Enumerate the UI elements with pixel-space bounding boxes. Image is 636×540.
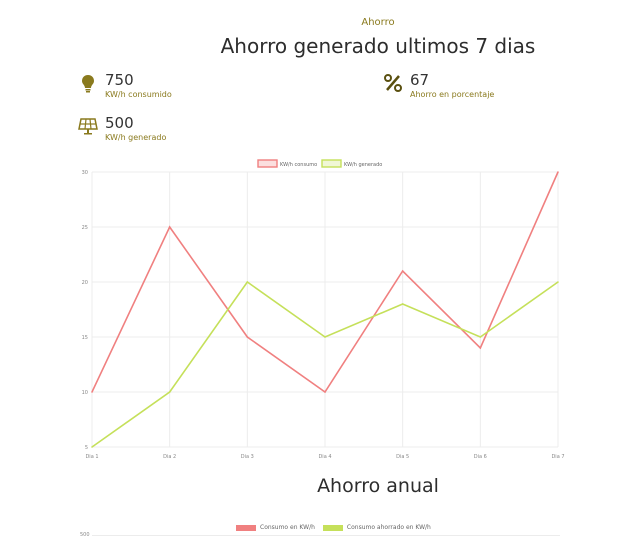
legend-label-consumo: Consumo en KW/h (260, 524, 315, 531)
legend-item-ahorrado[interactable]: Consumo ahorrado en KW/h (322, 524, 431, 531)
legend-label: KW/h generado (344, 162, 382, 168)
x-tick-label: Dia 1 (85, 454, 98, 460)
data-point (324, 391, 326, 393)
data-point (246, 281, 249, 283)
stat-consumed: 750 KW/h consumido (78, 71, 172, 101)
y-tick-label: 15 (82, 335, 88, 341)
stat-generated: 500 KW/h generado (78, 114, 166, 144)
data-point (91, 391, 93, 393)
weekly-chart: 5 10 15 20 25 30 Dia 1 Dia 2 Dia 3 Dia 4 Dia 5 Dia … (0, 155, 636, 465)
data-point (168, 391, 171, 393)
data-point (557, 281, 559, 283)
stat-consumed-label: KW/h consumido (105, 90, 172, 99)
data-point (324, 336, 326, 338)
page-title: Ahorro generado ultimos 7 dias (220, 34, 536, 58)
stat-percent-label: Ahorro en porcentaje (410, 90, 495, 99)
legend-swatch (257, 159, 278, 168)
percent-icon (384, 74, 402, 92)
data-point (168, 226, 171, 228)
legend-label: KW/h consumo (280, 162, 317, 168)
stat-consumed-value: 750 (105, 71, 134, 89)
annual-legend: Consumo en KW/h Consumo ahorrado en KW/h (236, 524, 439, 531)
y-tick-label: 10 (82, 390, 88, 396)
y-tick-label: 20 (82, 280, 88, 286)
legend-item-consumo[interactable]: Consumo en KW/h (236, 524, 315, 531)
data-point (401, 270, 404, 272)
data-point (91, 446, 93, 448)
y-tick-label: 25 (82, 225, 88, 231)
stat-percent-value: 67 (410, 71, 430, 89)
data-point (479, 347, 482, 349)
section-eyebrow: Ahorro (361, 17, 395, 28)
data-point (246, 336, 249, 338)
weekly-line-chart: 5 10 15 20 25 30 Dia 1 Dia 2 Dia 3 Dia 4 Dia 5 Dia … (82, 159, 565, 460)
x-tick-label: Dia 7 (551, 454, 564, 460)
annual-title: Ahorro anual (317, 475, 439, 497)
lightbulb-icon (82, 75, 94, 93)
solar-panel-icon (78, 118, 98, 135)
annual-y-tick: 500 (80, 532, 90, 538)
x-tick-label: Dia 3 (241, 454, 254, 460)
x-tick-label: Dia 5 (396, 454, 409, 460)
x-tick-label: Dia 6 (474, 454, 487, 460)
y-tick-label: 5 (85, 445, 88, 451)
data-point (479, 336, 482, 338)
legend-label-ahorrado: Consumo ahorrado en KW/h (346, 524, 431, 531)
stat-generated-value: 500 (105, 114, 134, 132)
x-tick-label: Dia 2 (163, 454, 176, 460)
x-tick-label: Dia 4 (318, 454, 331, 460)
y-tick-label: 30 (82, 170, 88, 176)
legend-swatch (321, 159, 342, 168)
data-point (557, 171, 559, 173)
annual-gridline (92, 535, 560, 536)
legend-swatch-consumo (236, 524, 256, 531)
legend-swatch-ahorrado (322, 524, 343, 531)
data-point (401, 303, 404, 305)
stat-percent: 67 Ahorro en porcentaje (383, 71, 494, 101)
stat-generated-label: KW/h generado (105, 133, 167, 142)
